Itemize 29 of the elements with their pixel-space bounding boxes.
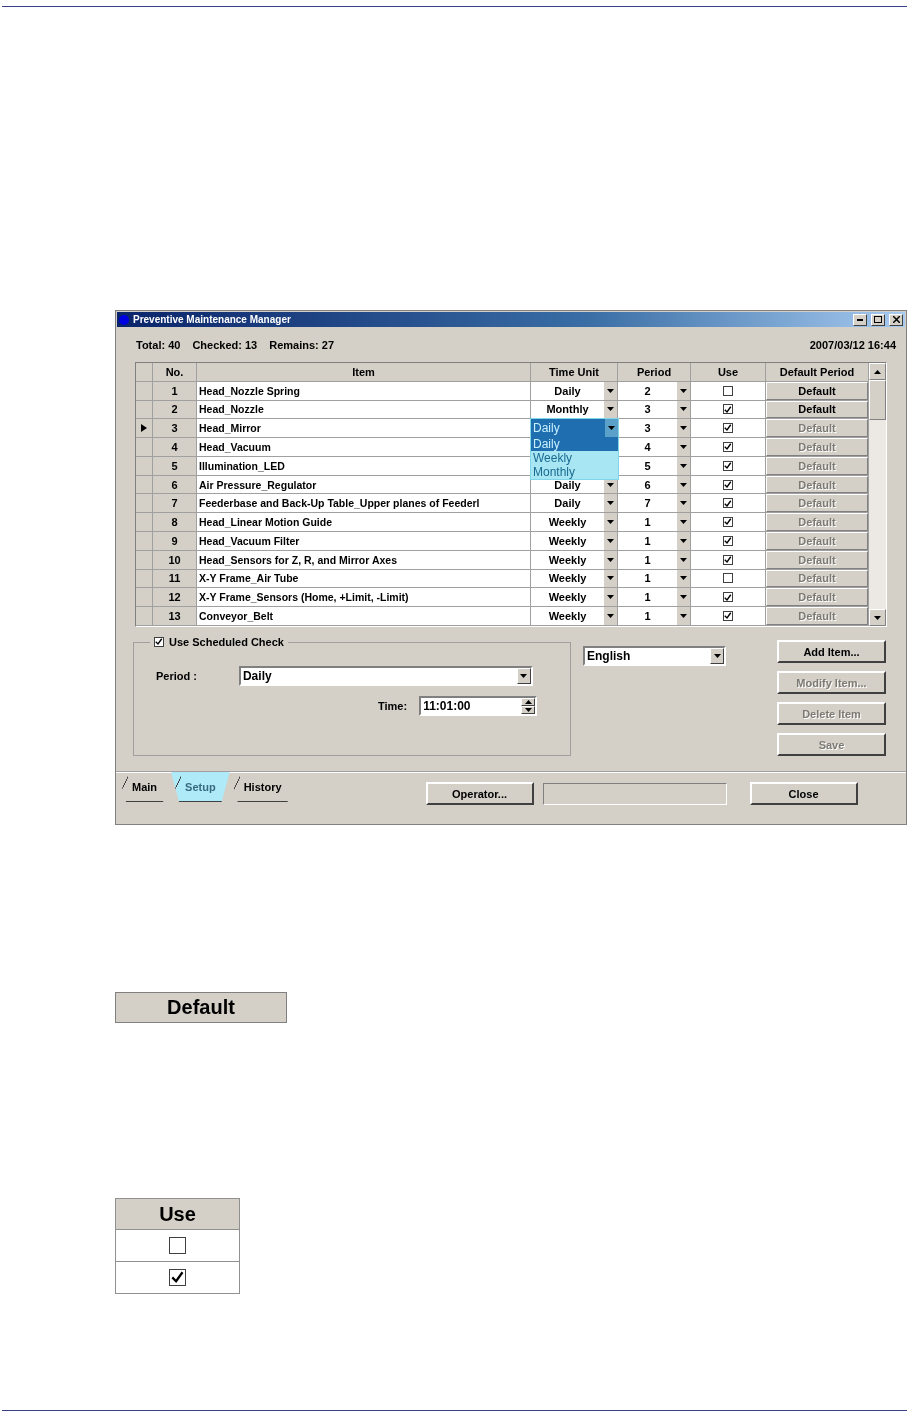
column-header: Use	[116, 1199, 239, 1230]
column-header: No.	[153, 363, 197, 382]
table-cell: Head_Vacuum Filter	[197, 532, 531, 551]
checked-count: Checked: 13	[192, 339, 258, 351]
column-header: Use	[691, 363, 766, 382]
table-cell: 3	[153, 419, 197, 439]
scheduled-check-label: Use Scheduled Check	[169, 636, 284, 648]
remains-count: Remains: 27	[269, 339, 335, 351]
table-cell: Head_Mirror	[197, 419, 531, 439]
table-cell: Feederbase and Back-Up Table_Upper planes of Feederl	[197, 494, 531, 514]
table-cell: Head_Linear Motion Guide	[197, 513, 531, 533]
table-cell: X-Y Frame_Sensors (Home, +Limit, -Limit)	[197, 588, 531, 608]
table-cell: 13	[153, 607, 197, 626]
table-cell: Conveyor_Belt	[197, 607, 531, 626]
column-header: Item	[197, 363, 531, 382]
total-count: Total: 40	[136, 339, 181, 351]
table-cell: 7	[153, 494, 197, 514]
column-header: Period	[618, 363, 691, 382]
date-time: 2007/03/12 16:44	[809, 339, 896, 351]
time-label: Time:	[378, 700, 408, 712]
table-cell: 8	[153, 513, 197, 533]
table-cell: 12	[153, 588, 197, 608]
table-cell: 9	[153, 532, 197, 551]
table-cell: Head_Vacuum	[197, 438, 531, 457]
window-title: Preventive Maintenance Manager	[133, 314, 292, 325]
table-cell: 4	[153, 438, 197, 457]
period-label: Period :	[156, 670, 197, 682]
column-header: Default Period	[766, 363, 869, 382]
column-header: Time Unit	[531, 363, 618, 382]
